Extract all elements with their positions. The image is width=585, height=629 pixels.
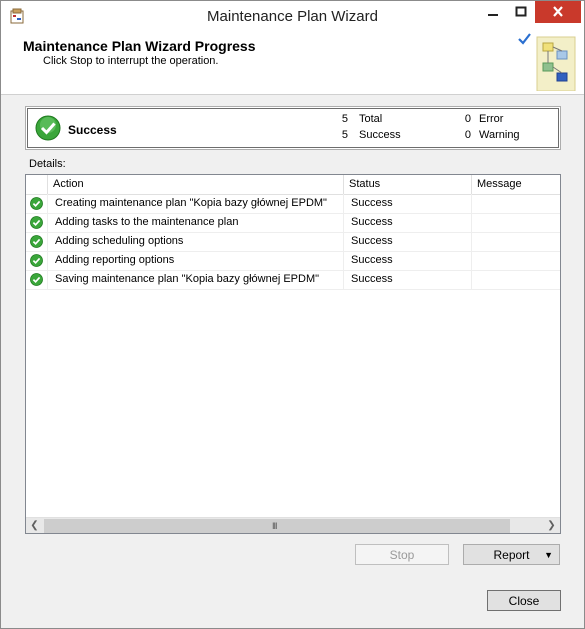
row-icon-cell [26, 194, 48, 213]
minimize-icon [488, 14, 498, 16]
column-header-icon[interactable] [26, 175, 48, 194]
table-row[interactable]: Adding tasks to the maintenance plan Succ… [26, 213, 560, 233]
row-status: Success [344, 213, 472, 232]
details-label: Details: [29, 158, 66, 170]
wizard-graphic-icon [518, 33, 576, 91]
dropdown-arrow-icon: ▼ [544, 550, 553, 560]
success-icon [35, 115, 61, 141]
total-label: Total [359, 113, 383, 125]
total-count: 5 [341, 113, 348, 125]
scrollbar-thumb[interactable]: III [44, 519, 510, 533]
scrollbar-grip: III [272, 521, 277, 531]
table-row[interactable]: Adding reporting options Success [26, 251, 560, 271]
row-status: Success [344, 251, 472, 270]
page-title: Maintenance Plan Wizard Progress [23, 38, 256, 54]
row-action: Saving maintenance plan "Kopia bazy głów… [48, 270, 344, 289]
row-icon-cell [26, 232, 48, 251]
column-header-action[interactable]: Action [48, 175, 344, 194]
report-button-label: Report [493, 548, 530, 562]
error-count: 0 [464, 113, 471, 125]
column-header-status[interactable]: Status [344, 175, 472, 194]
report-button[interactable]: Report ▼ [463, 544, 560, 565]
details-list[interactable]: Action Status Message Creating maintenan… [25, 174, 561, 534]
scroll-left-icon[interactable]: ❮ [26, 518, 43, 533]
success-check-icon [30, 216, 43, 229]
maximize-icon [515, 6, 527, 17]
table-row[interactable]: Adding scheduling options Success [26, 232, 560, 252]
row-status: Success [344, 270, 472, 289]
page-subtitle: Click Stop to interrupt the operation. [43, 55, 219, 67]
row-action: Adding scheduling options [48, 232, 344, 251]
row-message [472, 270, 560, 289]
column-header-message[interactable]: Message [472, 175, 560, 194]
row-message [472, 194, 560, 213]
row-icon-cell [26, 213, 48, 232]
window-close-button[interactable] [535, 1, 581, 23]
row-icon-cell [26, 270, 48, 289]
success-label: Success [359, 129, 401, 141]
maximize-button[interactable] [507, 1, 535, 23]
warning-label: Warning [479, 129, 520, 141]
success-check-icon [30, 235, 43, 248]
close-icon [553, 6, 563, 17]
table-row[interactable]: Creating maintenance plan "Kopia bazy gł… [26, 194, 560, 214]
table-row[interactable]: Saving maintenance plan "Kopia bazy głów… [26, 270, 560, 290]
row-action: Adding tasks to the maintenance plan [48, 213, 344, 232]
row-icon-cell [26, 251, 48, 270]
horizontal-scrollbar[interactable]: ❮ III ❯ [26, 517, 560, 533]
overall-status: Success [68, 123, 117, 137]
stop-button[interactable]: Stop [355, 544, 449, 565]
success-check-icon [30, 254, 43, 267]
error-label: Error [479, 113, 504, 125]
success-check-icon [30, 273, 43, 286]
wizard-window: Maintenance Plan Wizard Maintenance Plan… [0, 0, 585, 629]
row-status: Success [344, 194, 472, 213]
status-summary: Success 5 Total 5 Success 0 Error 0 Warn… [25, 106, 561, 150]
close-button[interactable]: Close [487, 590, 561, 611]
title-bar[interactable]: Maintenance Plan Wizard [1, 1, 584, 31]
scroll-right-icon[interactable]: ❯ [543, 518, 560, 533]
row-message [472, 232, 560, 251]
minimize-button[interactable] [479, 1, 507, 23]
row-action: Creating maintenance plan "Kopia bazy gł… [48, 194, 344, 213]
row-message [472, 251, 560, 270]
warning-count: 0 [464, 129, 471, 141]
row-action: Adding reporting options [48, 251, 344, 270]
row-message [472, 213, 560, 232]
list-header: Action Status Message [26, 175, 560, 195]
success-count: 5 [341, 129, 348, 141]
wizard-header: Maintenance Plan Wizard Progress Click S… [1, 31, 584, 95]
row-status: Success [344, 232, 472, 251]
success-check-icon [30, 197, 43, 210]
